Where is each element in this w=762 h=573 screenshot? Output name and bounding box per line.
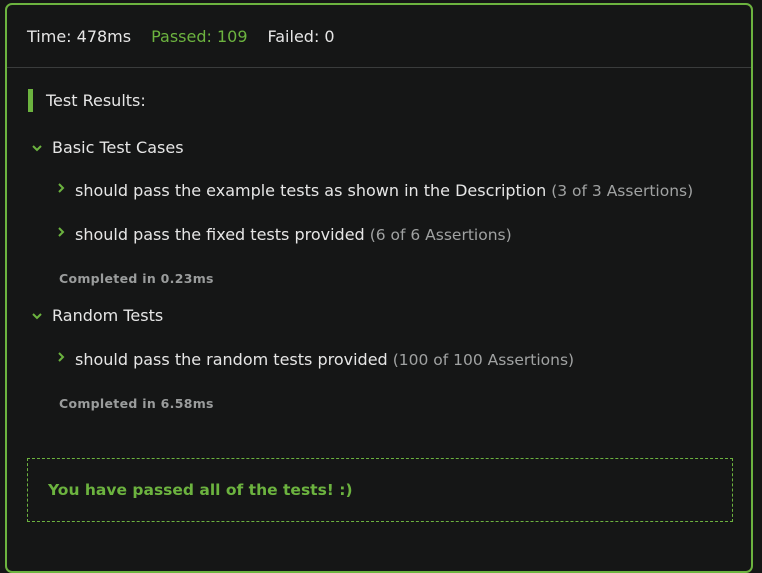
failed-stat: Failed: 0 [267,26,335,46]
test-item[interactable]: should pass the fixed tests provided (6 … [57,225,512,244]
results-heading: Test Results: [28,88,146,112]
passed-stat: Passed: 109 [151,26,248,46]
test-label: should pass the fixed tests provided [75,225,365,244]
chevron-down-icon [31,312,47,320]
group-title: Basic Test Cases [52,138,184,157]
test-output-panel: Time: 478ms Passed: 109 Failed: 0 Test R… [5,3,753,573]
heading-marker-bar [28,88,33,112]
results-summary-bar: Time: 478ms Passed: 109 Failed: 0 [7,5,751,68]
test-label: should pass the example tests as shown i… [75,181,547,200]
chevron-right-icon [57,179,69,198]
assertion-count: (100 of 100 Assertions) [392,351,575,369]
group-completed-time: Completed in 0.23ms [59,271,214,286]
chevron-right-icon [57,223,69,242]
group-header-basic-test-cases[interactable]: Basic Test Cases [31,138,184,157]
pass-message: You have passed all of the tests! :) [48,481,353,499]
assertion-count: (6 of 6 Assertions) [369,226,512,244]
chevron-down-icon [31,144,47,152]
pass-message-box: You have passed all of the tests! :) [27,458,733,522]
test-item[interactable]: should pass the random tests provided (1… [57,350,574,369]
results-title: Test Results: [46,90,146,110]
chevron-right-icon [57,348,69,367]
time-stat: Time: 478ms [27,26,132,46]
test-label: should pass the random tests provided [75,350,388,369]
group-title: Random Tests [52,306,164,325]
test-item[interactable]: should pass the example tests as shown i… [57,181,693,200]
group-header-random-tests[interactable]: Random Tests [31,306,163,325]
group-completed-time: Completed in 6.58ms [59,396,214,411]
assertion-count: (3 of 3 Assertions) [551,182,694,200]
